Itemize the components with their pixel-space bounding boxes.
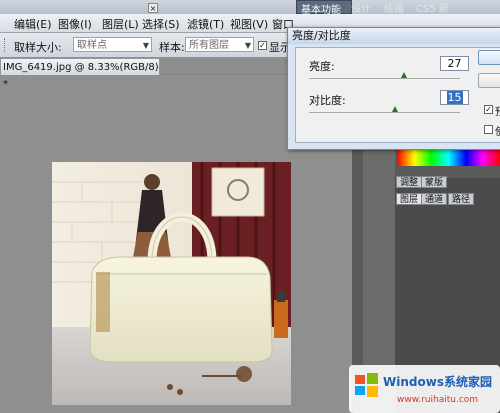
workspace-tab-cs5[interactable]: CS5 新 [412, 0, 453, 15]
legacy-checkbox[interactable] [484, 125, 493, 134]
brightness-input[interactable]: 27 [440, 56, 469, 71]
watermark-url: www.ruihaitu.com [397, 395, 479, 405]
brightness-slider-track[interactable] [309, 78, 460, 79]
workspace-tab-basic[interactable]: 基本功能 [296, 0, 352, 16]
workspace-tab-design[interactable]: 设计 [347, 0, 375, 15]
sample-select[interactable]: 所有图层 ▼ [185, 37, 254, 52]
menu-filter[interactable]: 滤镜(T) [187, 16, 224, 32]
menu-view[interactable]: 视图(V) [230, 16, 268, 32]
contrast-selected-text: 15 [446, 91, 463, 104]
handbag-photo [52, 162, 291, 405]
menu-edit[interactable]: 编辑(E) [14, 16, 52, 32]
chevron-down-icon: ▼ [142, 41, 149, 50]
sample-label: 样本: [159, 41, 185, 54]
contrast-input[interactable]: 15 [440, 90, 469, 105]
dialog-title[interactable]: 亮度/对比度 [288, 28, 500, 44]
document-tab[interactable]: IMG_6419.jpg @ 8.33%(RGB/8) * [0, 58, 160, 90]
tab-channels[interactable]: 通道 [421, 193, 448, 205]
watermark: Windows系统家园 www.ruihaitu.com [349, 365, 500, 413]
sample-value: 所有图层 [189, 40, 229, 51]
windows-logo-icon [355, 373, 378, 397]
spectrum-icon [397, 150, 500, 166]
close-icon[interactable]: × [148, 3, 158, 13]
preview-checkbox[interactable]: ✓ [484, 105, 493, 114]
ok-button[interactable] [478, 50, 500, 65]
sample-size-label: 取样大小: [14, 41, 62, 54]
tab-layers[interactable]: 图层 [396, 193, 423, 205]
sample-size-select[interactable]: 取样点 ▼ [73, 37, 152, 52]
toolbar-grip [4, 38, 7, 52]
document-image[interactable] [52, 162, 291, 405]
tab-masks[interactable]: 蒙版 [421, 176, 448, 188]
color-spectrum-bar[interactable] [397, 150, 500, 166]
brightness-slider-thumb[interactable] [401, 72, 408, 78]
contrast-slider-thumb[interactable] [392, 106, 399, 112]
cancel-button[interactable] [478, 73, 500, 88]
sample-size-value: 取样点 [77, 40, 107, 51]
watermark-title: Windows系统家园 [383, 375, 492, 389]
brightness-contrast-dialog: 亮度/对比度 亮度: 27 对比度: 15 ✓ 预 使 [287, 27, 500, 150]
chevron-down-icon: ▼ [244, 41, 251, 50]
menu-select[interactable]: 选择(S) [142, 16, 180, 32]
menu-image[interactable]: 图像(I) [58, 16, 92, 32]
preview-label: 预 [495, 103, 500, 118]
contrast-label: 对比度: [309, 94, 346, 107]
menu-layer[interactable]: 图层(L) [102, 16, 139, 32]
show-ring-checkbox[interactable]: ✓ [258, 41, 267, 50]
contrast-slider-track[interactable] [309, 112, 460, 113]
workspace-bar: 基本功能 设计 绘画 CS5 新 [0, 0, 500, 16]
brightness-label: 亮度: [309, 60, 335, 73]
tab-adjustments[interactable]: 调整 [396, 176, 423, 188]
legacy-label: 使 [495, 123, 500, 138]
tab-paths[interactable]: 路径 [448, 193, 475, 205]
workspace-tab-paint[interactable]: 绘画 [380, 0, 408, 15]
dialog-body: 亮度: 27 对比度: 15 [295, 47, 500, 143]
